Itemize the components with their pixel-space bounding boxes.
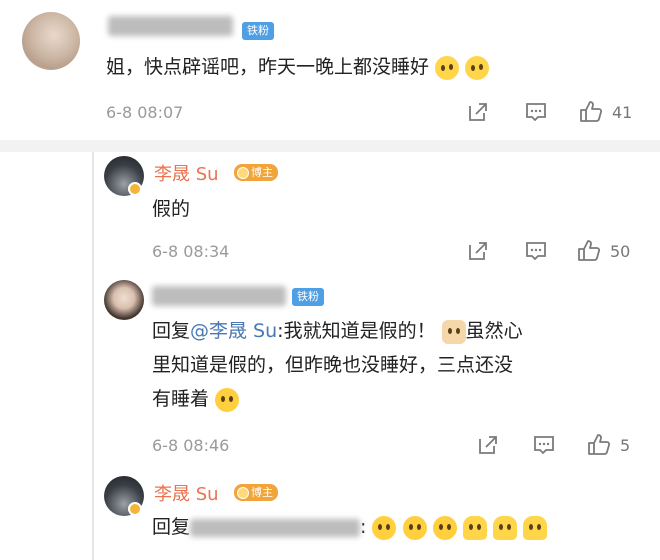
share-icon[interactable] [466,239,490,263]
reply-text-segment: :我就知道是假的！ [277,320,436,342]
figure-emoji-icon [522,515,547,540]
laughing-crying-emoji-icon [372,515,397,540]
mention-suffix: : [360,516,367,538]
mention-blurred[interactable] [190,518,361,537]
reply-text-line: 里知道是假的，但昨晚也没睡好，三点还没 [152,354,514,376]
comment-icon[interactable] [524,239,548,263]
laughing-crying-emoji-icon [432,515,457,540]
reply-time: 6-8 08:34 [152,242,230,261]
reply-text-segment: 虽然心 [465,320,523,342]
thumbs-up-icon[interactable] [576,237,602,263]
fan-badge: 铁粉 [292,288,324,306]
crown-icon [237,166,249,179]
comment-text-content: 姐，快点辟谣吧，昨天一晚上都没睡好 [106,56,430,78]
username-blurred[interactable] [152,286,286,306]
reply-text: 回复: [152,510,652,544]
reply-prefix: 回复 [152,516,191,538]
reply-author[interactable]: 李晟 Su [154,160,219,186]
section-divider [0,140,660,152]
comment-icon[interactable] [532,433,556,457]
like-count: 5 [620,436,631,455]
verified-badge-icon [128,182,142,196]
reply-text-segment: 有睡着 [152,388,210,410]
reply-time: 6-8 08:46 [152,436,230,455]
host-badge: 博主 [234,164,278,181]
cat-emoji-icon [441,319,466,344]
figure-emoji-icon [462,515,487,540]
verified-badge-icon [128,502,142,516]
comment-time: 6-8 08:07 [106,103,184,122]
reply-text: 回复@李晟 Su:我就知道是假的！ 虽然心 里知道是假的，但昨晚也没睡好，三点还… [152,314,632,416]
mention-link[interactable]: @李晟 Su [190,320,277,342]
like-count: 41 [612,103,633,122]
thread-line [92,152,94,560]
reply-text-line: 回复@李晟 Su:我就知道是假的！ 虽然心 [152,314,632,348]
host-badge: 博主 [234,484,278,501]
reply-text-line: 有睡着 [152,382,632,416]
avatar[interactable] [22,12,80,70]
avatar[interactable] [104,280,144,320]
host-badge-label: 博主 [251,486,273,499]
reply-text: 假的 [152,198,191,220]
reply-prefix: 回复 [152,320,191,342]
fan-badge: 铁粉 [242,22,274,40]
host-badge-label: 博主 [251,166,273,179]
comment-text: 姐，快点辟谣吧，昨天一晚上都没睡好 [106,50,490,84]
laughing-crying-emoji-icon [402,515,427,540]
worried-face-emoji-icon [435,55,460,80]
like-count: 50 [610,242,631,261]
figure-emoji-icon [492,515,517,540]
share-icon[interactable] [466,100,490,124]
thumbs-up-icon[interactable] [578,98,604,124]
crown-icon [237,486,249,499]
pleading-face-emoji-icon [465,55,490,80]
share-icon[interactable] [476,433,500,457]
comment-icon[interactable] [524,100,548,124]
reply-author[interactable]: 李晟 Su [154,480,219,506]
laughing-crying-emoji-icon [215,387,240,412]
username-blurred[interactable] [108,16,233,36]
thumbs-up-icon[interactable] [586,431,612,457]
